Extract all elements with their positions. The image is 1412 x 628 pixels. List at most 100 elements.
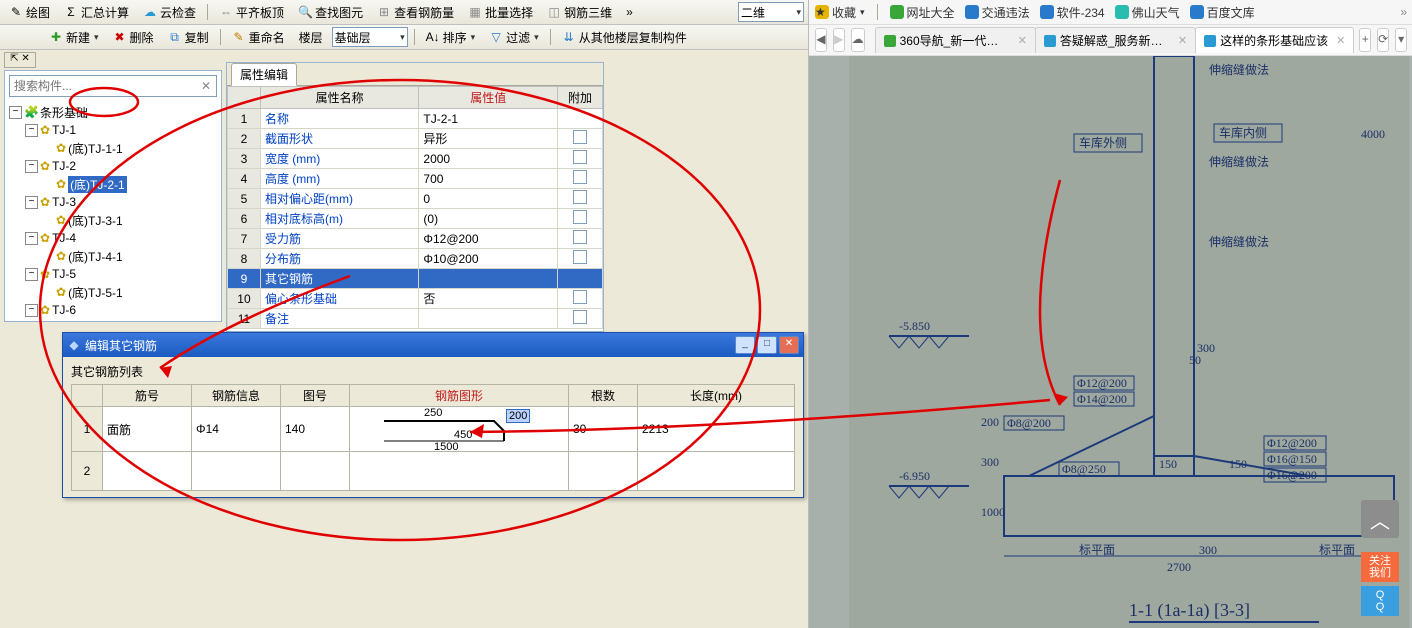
- rebar-row[interactable]: 1面筋Φ141402502004501500302213: [72, 407, 795, 452]
- tb-sum[interactable]: Σ汇总计算: [59, 2, 134, 23]
- bookmark-item[interactable]: 百度文库: [1190, 4, 1255, 21]
- bookmark-item[interactable]: 交通违法: [965, 4, 1030, 21]
- tree-item[interactable]: (底)TJ-2-1: [68, 176, 127, 193]
- bookmark-item[interactable]: 佛山天气: [1115, 4, 1180, 21]
- tb-draw[interactable]: ✎绘图: [4, 2, 55, 23]
- rebar-shape[interactable]: 2502004501500: [354, 409, 564, 449]
- bookmark-item[interactable]: 网址大全: [890, 4, 955, 21]
- checkbox[interactable]: [573, 310, 587, 324]
- attr-value[interactable]: 异形: [419, 129, 558, 149]
- dialog-titlebar[interactable]: ◆ 编辑其它钢筋 _ □ ✕: [63, 333, 803, 357]
- tb-sort[interactable]: A↓排序▾: [421, 27, 481, 48]
- component-tree[interactable]: −🧩条形基础−✿TJ-1✿(底)TJ-1-1−✿TJ-2✿(底)TJ-2-1−✿…: [5, 101, 221, 322]
- browser-tab[interactable]: 360导航_新一代安全✕: [875, 27, 1036, 53]
- tab-close-icon[interactable]: ✕: [1018, 34, 1027, 47]
- bookmark-more-icon[interactable]: »: [1400, 5, 1407, 19]
- property-row[interactable]: 8分布筋Φ10@200: [228, 249, 603, 269]
- rebar-length[interactable]: [638, 452, 795, 491]
- tree-item[interactable]: (底)TJ-3-1: [68, 212, 123, 229]
- property-row[interactable]: 7受力筋Φ12@200: [228, 229, 603, 249]
- scroll-top-button[interactable]: ︿: [1361, 500, 1399, 538]
- tab-menu-button[interactable]: ▾: [1395, 28, 1407, 52]
- browser-tab[interactable]: 这样的条形基础应该✕: [1195, 27, 1354, 53]
- dialog-close-button[interactable]: ✕: [779, 336, 799, 354]
- tab-property-edit[interactable]: 属性编辑: [231, 63, 297, 86]
- floor-combo[interactable]: 基础层▾: [332, 27, 408, 47]
- property-row[interactable]: 2截面形状异形: [228, 129, 603, 149]
- rebar-count[interactable]: 30: [569, 407, 638, 452]
- attr-value[interactable]: 否: [419, 289, 558, 309]
- rebar-code[interactable]: 140: [281, 407, 350, 452]
- follow-us-widget[interactable]: 关注我们: [1361, 552, 1399, 582]
- rebar-code[interactable]: [281, 452, 350, 491]
- restore-tab-button[interactable]: ⟳: [1377, 28, 1389, 52]
- dialog-max-button[interactable]: □: [757, 336, 777, 354]
- new-tab-button[interactable]: +: [1359, 28, 1371, 52]
- tb-new[interactable]: ✚新建▾: [44, 27, 104, 48]
- tb-floor[interactable]: 楼层: [294, 27, 328, 48]
- property-grid[interactable]: 属性名称 属性值 附加 1名称TJ-2-12截面形状异形3宽度 (mm)2000…: [227, 86, 603, 329]
- attr-value[interactable]: 2000: [419, 149, 558, 169]
- property-row[interactable]: 9其它钢筋: [228, 269, 603, 289]
- browser-page[interactable]: -5.850 -6.950 车库外侧 车库内侧 4000 Φ12@200 Φ14…: [809, 56, 1412, 628]
- tab-close-icon[interactable]: ✕: [1336, 34, 1345, 47]
- tb-batch-select[interactable]: ▦批量选择: [463, 2, 538, 23]
- tb-cloud-check[interactable]: ☁云检查: [138, 2, 201, 23]
- checkbox[interactable]: [573, 150, 587, 164]
- tb-copy[interactable]: ⧉复制: [163, 27, 214, 48]
- tree-item[interactable]: TJ-4: [52, 231, 76, 245]
- tree-item[interactable]: (底)TJ-4-1: [68, 248, 123, 265]
- tree-toggle[interactable]: −: [25, 196, 38, 209]
- property-row[interactable]: 4高度 (mm)700: [228, 169, 603, 189]
- tree-item[interactable]: (底)TJ-5-1: [68, 284, 123, 301]
- checkbox[interactable]: [573, 250, 587, 264]
- attr-value[interactable]: [419, 309, 558, 329]
- tree-item[interactable]: (底)TJ-1-1: [68, 140, 123, 157]
- forward-button[interactable]: ▶: [833, 28, 845, 52]
- back-button[interactable]: ◀: [815, 28, 827, 52]
- tb-delete[interactable]: ✖删除: [108, 27, 159, 48]
- checkbox[interactable]: [573, 230, 587, 244]
- checkbox[interactable]: [573, 170, 587, 184]
- tree-toggle[interactable]: −: [25, 232, 38, 245]
- tree-item[interactable]: TJ-6: [52, 303, 76, 317]
- property-row[interactable]: 11备注: [228, 309, 603, 329]
- tb-copy-from-floor[interactable]: ⇊从其他楼层复制构件: [557, 27, 692, 48]
- tree-root[interactable]: 条形基础: [40, 104, 88, 121]
- tb-more[interactable]: »: [621, 3, 638, 21]
- tree-item[interactable]: TJ-2: [52, 159, 76, 173]
- property-row[interactable]: 10偏心条形基础否: [228, 289, 603, 309]
- checkbox[interactable]: [573, 130, 587, 144]
- rebar-info[interactable]: [192, 452, 281, 491]
- tb-find-elem[interactable]: 🔍查找图元: [293, 2, 368, 23]
- tree-item[interactable]: (顶)TJ-6-2: [68, 320, 123, 323]
- tree-toggle[interactable]: −: [9, 106, 22, 119]
- attr-value[interactable]: TJ-2-1: [419, 109, 558, 129]
- rebar-count[interactable]: [569, 452, 638, 491]
- property-row[interactable]: 6相对底标高(m)(0): [228, 209, 603, 229]
- tb-filter[interactable]: ▽过滤▾: [484, 27, 544, 48]
- qq-widget[interactable]: QQ: [1361, 586, 1399, 616]
- rebar-table[interactable]: 筋号 钢筋信息 图号 钢筋图形 根数 长度(mm) 1面筋Φ1414025020…: [71, 384, 795, 491]
- property-row[interactable]: 1名称TJ-2-1: [228, 109, 603, 129]
- tree-toggle[interactable]: −: [25, 160, 38, 173]
- rebar-name[interactable]: [103, 452, 192, 491]
- dialog-min-button[interactable]: _: [735, 336, 755, 354]
- browser-tab[interactable]: 答疑解惑_服务新干线✕: [1035, 27, 1196, 53]
- bookmark-item[interactable]: 软件-234: [1040, 4, 1105, 21]
- search-box[interactable]: ✕: [9, 75, 217, 97]
- search-clear-icon[interactable]: ✕: [196, 79, 216, 93]
- search-input[interactable]: [10, 79, 196, 93]
- bm-fav[interactable]: ★收藏▾: [815, 4, 865, 21]
- tree-toggle[interactable]: −: [25, 268, 38, 281]
- tab-close-icon[interactable]: ✕: [1178, 34, 1187, 47]
- rebar-row[interactable]: 2: [72, 452, 795, 491]
- cloud-button[interactable]: ☁: [851, 28, 865, 52]
- checkbox[interactable]: [573, 210, 587, 224]
- attr-value[interactable]: [419, 269, 558, 289]
- tb-flat-top[interactable]: ⇔平齐板顶: [214, 2, 289, 23]
- attr-value[interactable]: Φ10@200: [419, 249, 558, 269]
- attr-value[interactable]: 0: [419, 189, 558, 209]
- tb-view-rebar[interactable]: ⊞查看钢筋量: [372, 2, 459, 23]
- rebar-info[interactable]: Φ14: [192, 407, 281, 452]
